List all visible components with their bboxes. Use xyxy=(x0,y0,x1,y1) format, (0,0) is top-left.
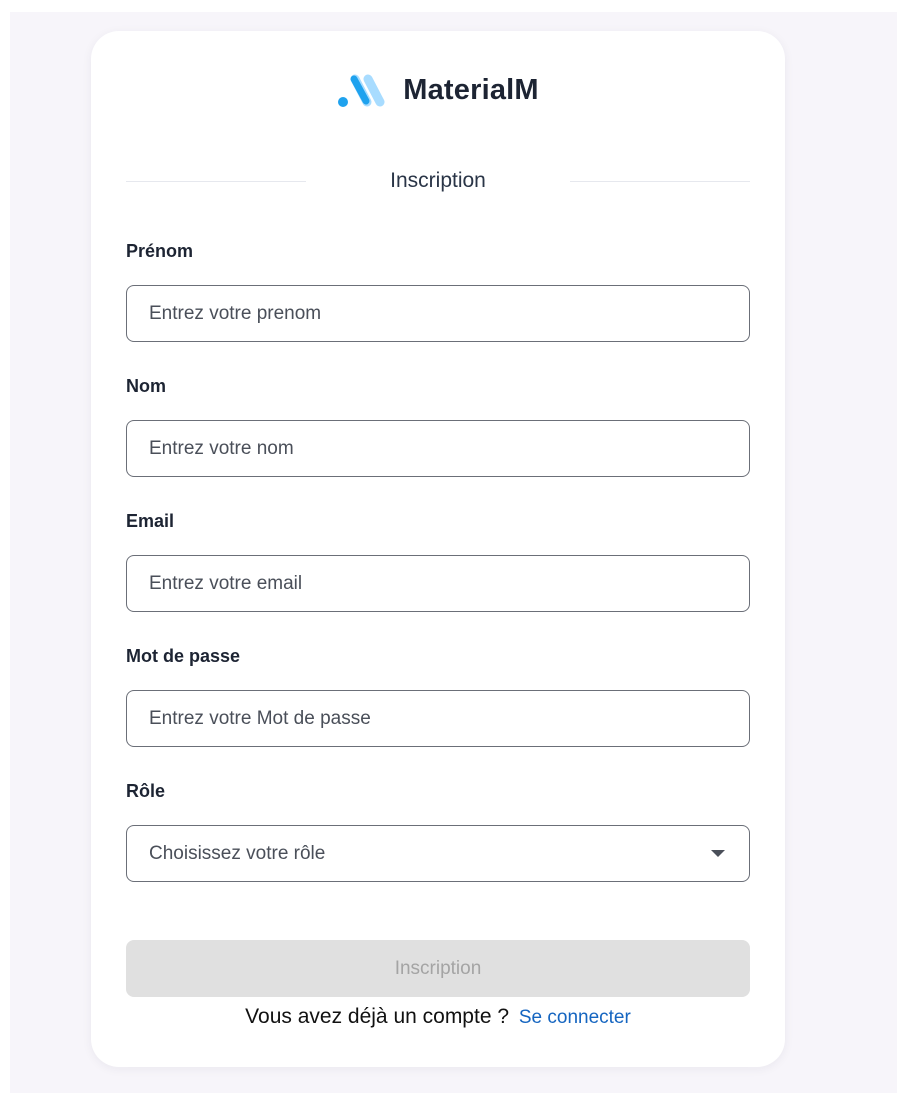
signup-form: Prénom Nom Email Mot de passe Rôle Chois… xyxy=(126,241,750,997)
login-prompt-text: Vous avez déjà un compte ? xyxy=(245,1005,510,1028)
last-name-input[interactable] xyxy=(126,420,750,477)
role-select[interactable]: Choisissez votre rôle xyxy=(126,825,750,882)
first-name-label: Prénom xyxy=(126,241,194,261)
password-label: Mot de passe xyxy=(126,646,241,666)
field-password: Mot de passe xyxy=(126,646,750,781)
email-input[interactable] xyxy=(126,555,750,612)
brand-name: MaterialM xyxy=(403,73,539,106)
last-name-label: Nom xyxy=(126,376,166,396)
field-email: Email xyxy=(126,511,750,646)
field-role: Rôle Choisissez votre rôle xyxy=(126,781,750,916)
first-name-input[interactable] xyxy=(126,285,750,342)
role-label: Rôle xyxy=(126,781,166,801)
form-heading: Inscription xyxy=(390,169,486,192)
role-select-value: Choisissez votre rôle xyxy=(149,842,326,864)
login-prompt: Vous avez déjà un compte ? Se connecter xyxy=(91,1005,785,1029)
password-input[interactable] xyxy=(126,690,750,747)
materialm-logo-icon xyxy=(338,74,385,107)
login-link[interactable]: Se connecter xyxy=(519,1007,631,1028)
divider-right xyxy=(569,180,750,182)
signup-submit-button[interactable]: Inscription xyxy=(126,940,750,997)
caret-down-icon xyxy=(711,850,725,857)
field-first-name: Prénom xyxy=(126,241,750,376)
signup-card: MaterialM Inscription Prénom Nom Email M… xyxy=(91,31,785,1067)
field-last-name: Nom xyxy=(126,376,750,511)
email-label: Email xyxy=(126,511,175,531)
form-heading-row: Inscription xyxy=(126,166,750,196)
brand-logo[interactable]: MaterialM xyxy=(91,71,785,109)
divider-left xyxy=(126,180,307,182)
